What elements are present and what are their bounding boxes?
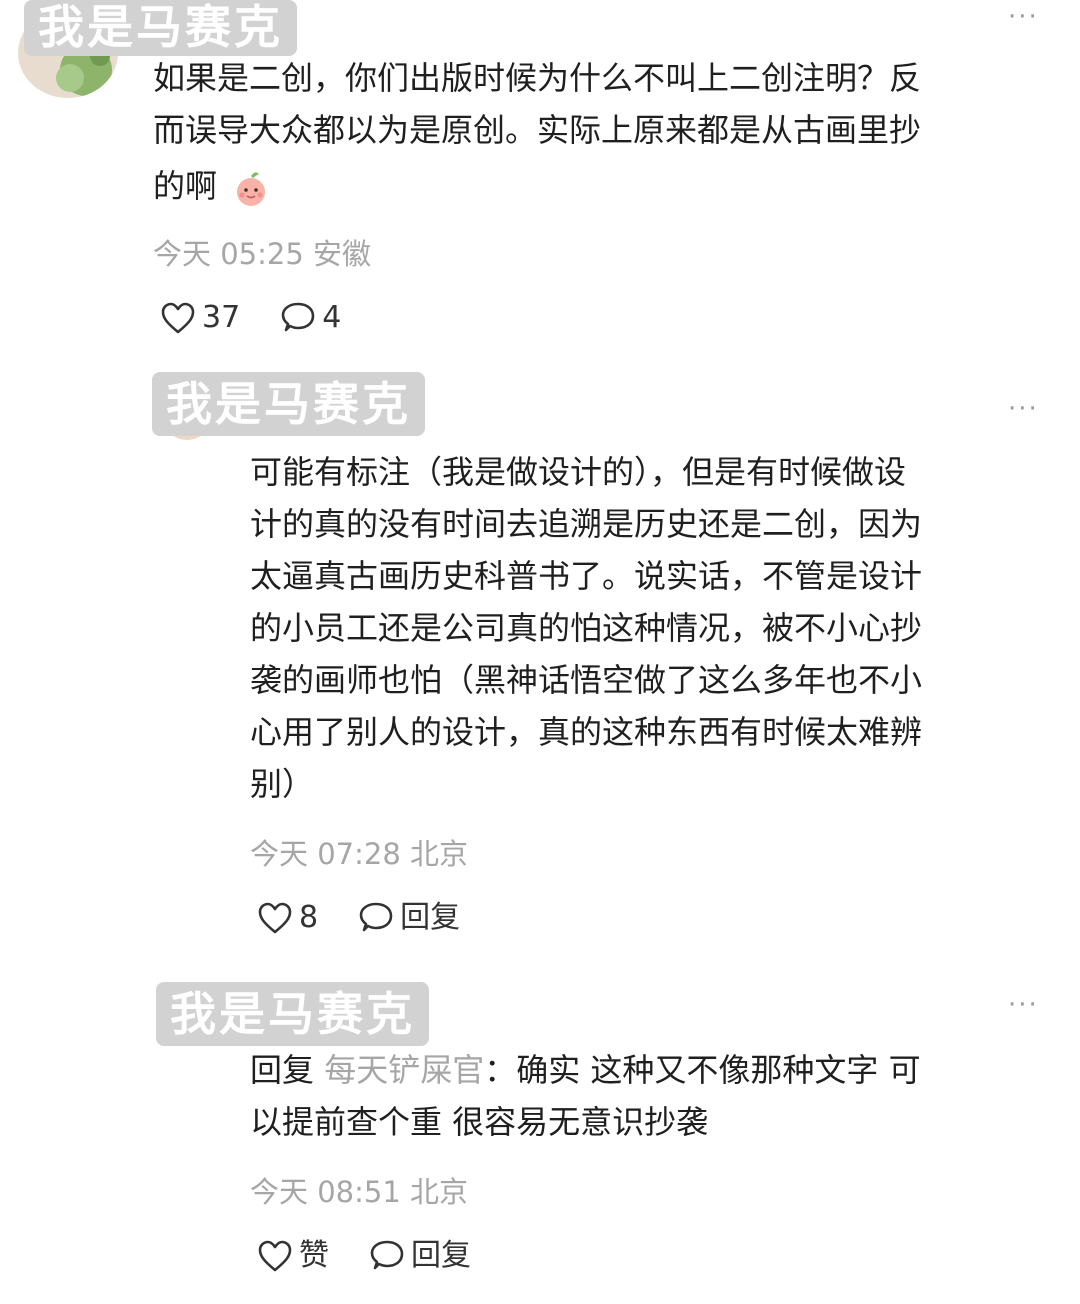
like-count: 8 <box>299 900 319 935</box>
comment-text-line: 袭的画师也怕（黑神话悟空做了这么多年也不小 <box>250 661 923 699</box>
reply-button[interactable]: 4 <box>280 298 341 338</box>
comment-text-line: 别） <box>250 765 315 803</box>
comment-meta: 今天 07:28 北京 <box>250 837 469 871</box>
reply-count: 4 <box>322 300 342 335</box>
like-button[interactable]: 37 <box>160 298 240 338</box>
reply-prefix: 回复 <box>250 1051 315 1089</box>
comment-text-line: 心用了别人的设计，真的这种东西有时候太难辨 <box>250 713 923 751</box>
reply-button[interactable]: 回复 <box>358 898 460 938</box>
comment-bubble-icon <box>370 1240 404 1270</box>
comment-text: 的啊 <box>153 167 218 205</box>
username-masked[interactable]: 我是马赛克 <box>24 0 297 56</box>
comment-text-line: 可能有标注（我是做设计的），但是有时候做设 <box>250 453 907 491</box>
more-options-icon[interactable]: ··· <box>1008 990 1039 1020</box>
reply-separator: ： <box>484 1051 517 1089</box>
reply-target-username[interactable]: 每天铲屎官 <box>324 1051 484 1089</box>
reply-button[interactable]: 回复 <box>369 1236 471 1276</box>
like-count: 37 <box>202 300 241 335</box>
username-masked[interactable]: 我是马赛克 <box>152 372 425 436</box>
comment-meta: 今天 08:51 北京 <box>250 1175 469 1209</box>
comment-text-line: 太逼真古画历史科普书了。说实话，不管是设计 <box>250 557 923 595</box>
more-options-icon[interactable]: ··· <box>1008 2 1039 32</box>
comment-text: 确实 这种又不像那种文字 可 <box>516 1051 921 1089</box>
like-button[interactable]: 赞 <box>257 1236 329 1276</box>
like-button[interactable]: 8 <box>257 898 318 938</box>
comment-bubble-icon <box>281 302 315 332</box>
comment-bubble-icon <box>359 902 393 932</box>
comment-text-line: 的小员工还是公司真的怕这种情况，被不小心抄 <box>250 609 923 647</box>
comment-text-line: 计的真的没有时间去追溯是历史还是二创，因为 <box>250 505 923 543</box>
reply-label: 回复 <box>411 1238 471 1273</box>
like-label: 赞 <box>299 1238 329 1273</box>
heart-icon <box>258 1240 292 1272</box>
comment-text-line: 如果是二创，你们出版时候为什么不叫上二创注明？反 <box>153 59 922 97</box>
heart-icon <box>258 902 292 934</box>
username-masked[interactable]: 我是马赛克 <box>156 982 429 1046</box>
heart-icon <box>161 302 195 334</box>
comment-text-line: 的啊 <box>153 160 271 212</box>
comment-text-line: 以提前查个重 很容易无意识抄袭 <box>250 1103 709 1141</box>
comment-text-line: 回复 每天铲屎官：确实 这种又不像那种文字 可 <box>250 1044 921 1096</box>
comment-text-line: 而误导大众都以为是原创。实际上原来都是从古画里抄 <box>153 111 922 149</box>
reply-label: 回复 <box>400 900 461 935</box>
comment-meta: 今天 05:25 安徽 <box>153 237 372 271</box>
peach-emoji-icon <box>237 172 266 206</box>
more-options-icon[interactable]: ··· <box>1008 394 1039 424</box>
